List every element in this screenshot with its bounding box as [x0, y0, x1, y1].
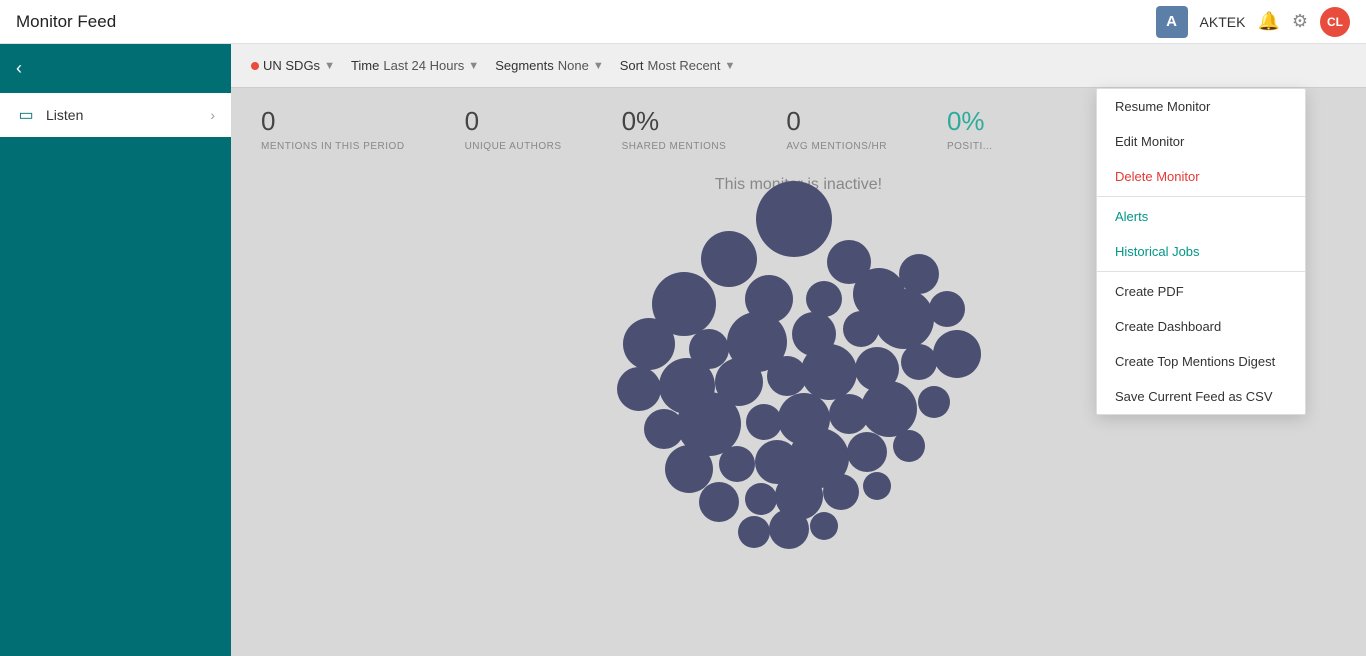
bubble: [719, 446, 755, 482]
bubble: [756, 181, 832, 257]
bubble: [901, 344, 937, 380]
filter-sort[interactable]: Sort Most Recent ▼: [620, 58, 736, 73]
bubble: [933, 330, 981, 378]
shared-mentions-value: 0%: [622, 106, 727, 137]
sidebar: ‹ ▭ Listen ›: [0, 44, 231, 656]
menu-item-dashboard[interactable]: Create Dashboard: [1097, 309, 1305, 344]
shared-mentions-label: SHARED MENTIONS: [622, 141, 727, 152]
filter-bar: UN SDGs ▼ Time Last 24 Hours ▼ Segments …: [231, 44, 1366, 88]
stat-positive: 0% POSITI...: [947, 106, 993, 152]
bubble: [929, 291, 965, 327]
unique-authors-value: 0: [465, 106, 562, 137]
bubble: [863, 472, 891, 500]
layout: ‹ ▭ Listen › UN SDGs ▼ Time Last 24 Hour…: [0, 44, 1366, 656]
sort-label: Sort: [620, 58, 644, 73]
bubble: [617, 367, 661, 411]
bubble: [738, 516, 770, 548]
sort-value: Most Recent: [648, 58, 721, 73]
stat-shared-mentions: 0% SHARED MENTIONS: [622, 106, 727, 152]
page-title: Monitor Feed: [16, 12, 116, 32]
bubble: [623, 318, 675, 370]
bubble: [893, 430, 925, 462]
topbar: Monitor Feed A AKTEK 🔔 ⚙ CL: [0, 0, 1366, 44]
listen-icon: ▭: [16, 105, 36, 125]
positive-value: 0%: [947, 106, 993, 137]
bubble: [899, 254, 939, 294]
time-chevron-icon: ▼: [468, 60, 479, 72]
username-label: AKTEK: [1200, 14, 1246, 30]
filter-segments[interactable]: Segments None ▼: [495, 58, 604, 73]
dropdown-menu: Resume MonitorEdit MonitorDelete Monitor…: [1096, 88, 1306, 415]
bell-icon[interactable]: 🔔: [1257, 11, 1279, 32]
bubble: [745, 483, 777, 515]
bubble: [801, 344, 857, 400]
bubble: [847, 432, 887, 472]
time-label: Time: [351, 58, 379, 73]
menu-item-edit[interactable]: Edit Monitor: [1097, 124, 1305, 159]
menu-item-csv[interactable]: Save Current Feed as CSV: [1097, 379, 1305, 414]
menu-item-pdf[interactable]: Create PDF: [1097, 274, 1305, 309]
menu-divider: [1097, 196, 1305, 197]
filter-time[interactable]: Time Last 24 Hours ▼: [351, 58, 479, 73]
app-avatar: A: [1156, 6, 1188, 38]
segments-value: None: [558, 58, 589, 73]
unique-authors-label: UNIQUE AUTHORS: [465, 141, 562, 152]
tag-label: UN SDGs: [263, 58, 320, 73]
time-value: Last 24 Hours: [383, 58, 464, 73]
sidebar-item-listen[interactable]: ▭ Listen ›: [0, 93, 231, 137]
back-icon: ‹: [16, 58, 22, 79]
bubble: [699, 482, 739, 522]
sidebar-item-label: Listen: [46, 107, 83, 123]
bubble: [769, 509, 809, 549]
tag-chevron-icon: ▼: [324, 60, 335, 72]
segments-chevron-icon: ▼: [593, 60, 604, 72]
sort-chevron-icon: ▼: [725, 60, 736, 72]
mentions-label: MENTIONS IN THIS PERIOD: [261, 141, 405, 152]
bubble: [810, 512, 838, 540]
segments-label: Segments: [495, 58, 554, 73]
stat-mentions: 0 MENTIONS IN THIS PERIOD: [261, 106, 405, 152]
bubble-visualization: [609, 214, 989, 554]
avg-mentions-label: AVG MENTIONS/HR: [786, 141, 887, 152]
menu-item-digest[interactable]: Create Top Mentions Digest: [1097, 344, 1305, 379]
bubble: [861, 381, 917, 437]
bubble: [746, 404, 782, 440]
menu-item-delete[interactable]: Delete Monitor: [1097, 159, 1305, 194]
user-avatar[interactable]: CL: [1320, 7, 1350, 37]
menu-item-resume[interactable]: Resume Monitor: [1097, 89, 1305, 124]
positive-label: POSITI...: [947, 141, 993, 152]
topbar-right: A AKTEK 🔔 ⚙ CL: [1156, 6, 1350, 38]
bubble: [918, 386, 950, 418]
filter-tag[interactable]: UN SDGs ▼: [251, 58, 335, 73]
settings-icon[interactable]: ⚙: [1292, 11, 1308, 32]
main-content: UN SDGs ▼ Time Last 24 Hours ▼ Segments …: [231, 44, 1366, 656]
avg-mentions-value: 0: [786, 106, 887, 137]
chevron-right-icon: ›: [210, 107, 215, 123]
menu-item-historical[interactable]: Historical Jobs: [1097, 234, 1305, 269]
menu-item-alerts[interactable]: Alerts: [1097, 199, 1305, 234]
stat-avg-mentions: 0 AVG MENTIONS/HR: [786, 106, 887, 152]
bubble: [823, 474, 859, 510]
stat-unique-authors: 0 UNIQUE AUTHORS: [465, 106, 562, 152]
bubble: [701, 231, 757, 287]
menu-divider: [1097, 271, 1305, 272]
tag-dot: [251, 62, 259, 70]
sidebar-back-button[interactable]: ‹: [0, 44, 231, 93]
bubble: [874, 289, 934, 349]
mentions-value: 0: [261, 106, 405, 137]
